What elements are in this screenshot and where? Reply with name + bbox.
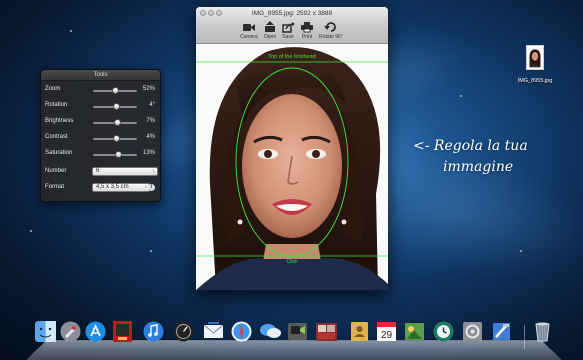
zoom-window-button[interactable] [216, 10, 222, 16]
annotation-line-2: immagine [443, 159, 514, 175]
chin-guide-label: Chin [286, 259, 297, 265]
tools-panel: Tools Zoom 52% Rotation 4° Brightness 7%… [40, 69, 161, 202]
minimize-window-button[interactable] [208, 10, 214, 16]
brightness-value: 7% [146, 118, 155, 124]
brightness-slider-knob[interactable] [113, 119, 121, 126]
system-preferences-icon[interactable] [461, 320, 484, 343]
time-machine-icon[interactable] [432, 320, 455, 343]
rotation-row: Rotation 4° [45, 101, 155, 111]
rotate-button[interactable]: Rotate 90° [316, 21, 346, 40]
photo-thumbnail-icon [526, 45, 544, 70]
contrast-row: Contrast 4% [45, 133, 155, 143]
app-store-icon[interactable] [84, 320, 107, 343]
rotation-label: Rotation [45, 102, 68, 108]
contrast-label: Contrast [45, 134, 68, 140]
wallpaper-star [460, 95, 462, 97]
share-icon [282, 22, 295, 33]
image-window: IMG_8955.jpg: 2592 x 3888 Camera Open Sa… [196, 7, 388, 290]
desktop-file-icon[interactable]: IMG_8955.jpg [513, 45, 557, 84]
format-label: Format [45, 184, 65, 190]
itunes-icon[interactable] [142, 320, 165, 343]
zoom-row: Zoom 52% [45, 85, 155, 95]
portrait-photo[interactable]: Top of the forehead Chin [196, 44, 388, 290]
messages-icon[interactable] [259, 320, 282, 343]
wallpaper-star [30, 230, 32, 232]
dashboard-icon[interactable] [172, 320, 195, 343]
trash-icon[interactable] [531, 320, 554, 343]
zoom-slider-knob[interactable] [112, 87, 120, 94]
contacts-icon[interactable] [348, 320, 371, 343]
tools-panel-title: Tools [41, 70, 160, 81]
format-select-value: 4,5 x 3,5 cm [96, 184, 129, 190]
saturation-label: Saturation [45, 150, 73, 156]
chevron-updown-icon: ↕ [152, 168, 156, 174]
brightness-row: Brightness 7% [45, 117, 155, 127]
rotation-value: 4° [149, 102, 155, 108]
photo-booth-icon[interactable] [111, 320, 134, 343]
close-window-button[interactable] [200, 10, 206, 16]
safari-icon[interactable] [230, 320, 253, 343]
mail-icon[interactable] [202, 320, 225, 343]
saturation-slider-knob[interactable] [115, 151, 123, 158]
zoom-label: Zoom [45, 86, 61, 92]
wallpaper-star [70, 30, 72, 32]
finder-icon[interactable] [34, 320, 57, 343]
contrast-value: 4% [146, 134, 155, 140]
number-select-value: 6 [96, 168, 100, 174]
xcode-icon[interactable] [490, 320, 513, 343]
rotate-label: Rotate 90° [319, 34, 343, 40]
calendar-day: 29 [381, 330, 393, 341]
facetime-icon[interactable] [286, 320, 309, 343]
open-icon [265, 21, 275, 32]
launchpad-icon[interactable] [59, 320, 82, 343]
camera-icon [243, 24, 255, 31]
zoom-value: 52% [142, 86, 155, 92]
info-icon[interactable]: i [148, 184, 155, 191]
print-label: Print [301, 34, 313, 40]
format-row: Format 4,5 x 3,5 cm ↕ i [45, 183, 155, 193]
chevron-updown-icon: ↕ [144, 184, 148, 190]
contrast-slider-knob[interactable] [112, 135, 120, 142]
forehead-guide-label: Top of the forehead [268, 54, 315, 60]
iphoto-icon[interactable] [403, 320, 426, 343]
camera-label: Camera [240, 34, 258, 40]
number-select[interactable]: 6 ↕ [92, 167, 158, 176]
window-title: IMG_8955.jpg: 2592 x 3888 [251, 10, 333, 17]
window-toolbar: Camera Open Save Print Rotate 90° [196, 20, 388, 44]
photo-app-icon[interactable] [315, 320, 338, 343]
saturation-value: 13% [142, 150, 155, 156]
dock-separator [524, 325, 525, 349]
wallpaper-star [150, 250, 152, 252]
desktop-file-label: IMG_8955.jpg [517, 78, 553, 84]
window-titlebar[interactable]: IMG_8955.jpg: 2592 x 3888 [196, 7, 388, 20]
print-button[interactable]: Print [296, 21, 318, 40]
calendar-icon[interactable]: 29 [375, 320, 398, 343]
rotate-icon [324, 22, 336, 32]
rotation-slider-knob[interactable] [113, 103, 121, 110]
saturation-row: Saturation 13% [45, 149, 155, 159]
brightness-label: Brightness [45, 118, 74, 124]
printer-icon [301, 22, 313, 33]
camera-button[interactable]: Camera [238, 21, 260, 40]
number-label: Number [45, 168, 67, 174]
dock [26, 340, 562, 360]
annotation-line-1: <- Regola la tua [413, 138, 528, 154]
instruction-annotation: <- Regola la tua immagine [413, 136, 563, 178]
wallpaper-star [520, 250, 522, 252]
format-select[interactable]: 4,5 x 3,5 cm ↕ [92, 183, 150, 192]
number-row: Number 6 ↕ [45, 167, 158, 177]
